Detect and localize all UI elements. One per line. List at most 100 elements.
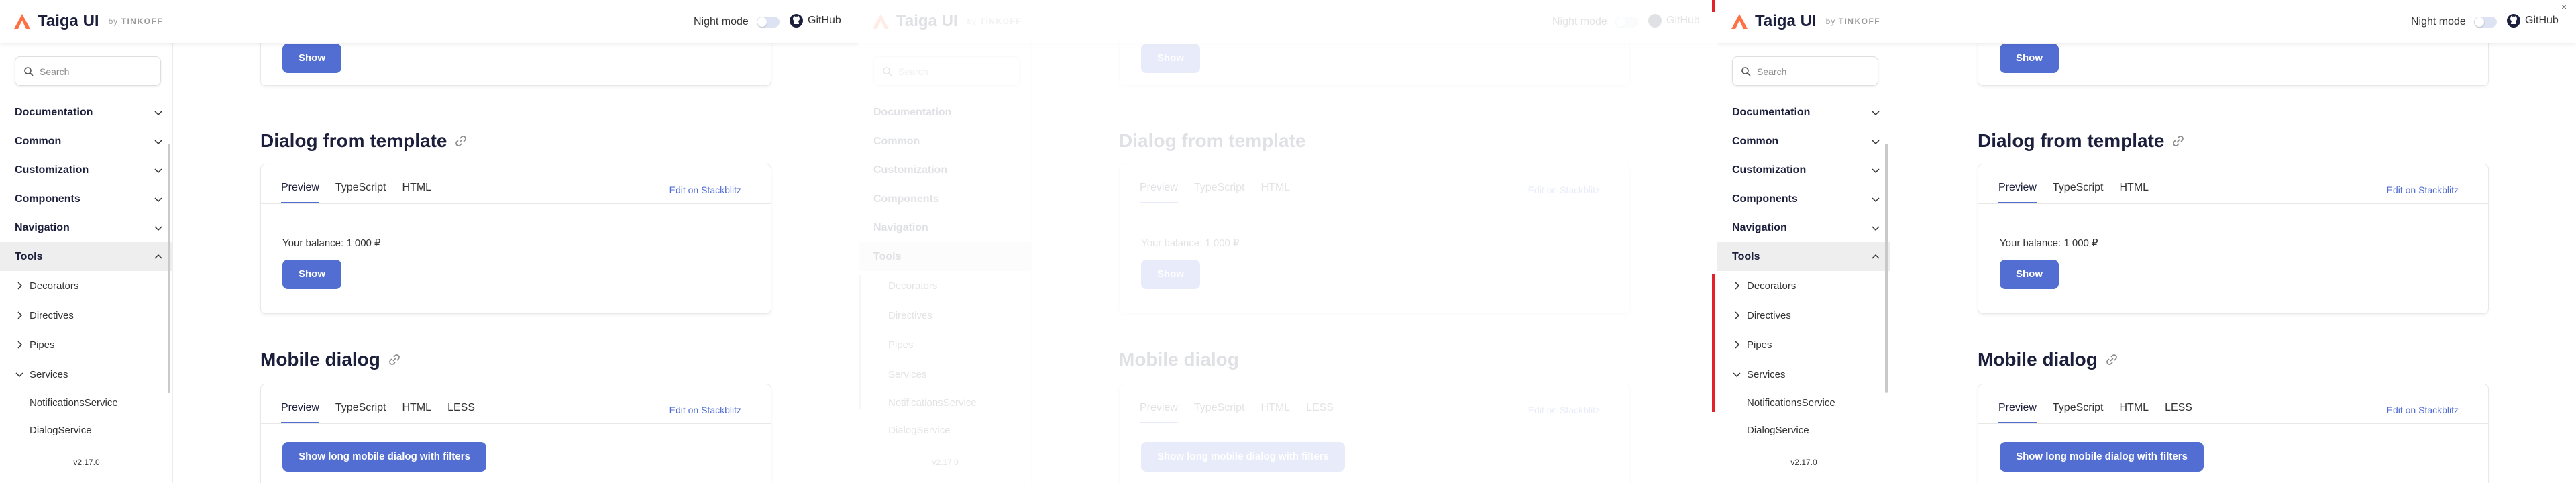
sidebar-subitem-directives[interactable]: Directives: [859, 301, 1032, 330]
show-button[interactable]: Show: [282, 260, 341, 289]
tab-less[interactable]: LESS: [447, 402, 475, 423]
github-label: GitHub: [808, 15, 841, 26]
link-icon[interactable]: [2104, 352, 2119, 367]
tab-preview[interactable]: Preview: [1140, 402, 1178, 423]
sidebar-scrollbar[interactable]: [859, 275, 861, 409]
tab-typescript[interactable]: TypeScript: [335, 182, 386, 203]
tab-preview[interactable]: Preview: [281, 182, 319, 203]
night-mode-toggle[interactable]: [757, 17, 780, 28]
search-input[interactable]: Search: [873, 56, 1020, 86]
tab-preview[interactable]: Preview: [1140, 182, 1178, 203]
sidebar-item-customization[interactable]: Customization: [1717, 156, 1890, 184]
show-button-top[interactable]: Show: [282, 44, 341, 73]
sidebar-subitem-services[interactable]: Services: [859, 360, 1032, 389]
sidebar-item-customization[interactable]: Customization: [859, 156, 1032, 184]
sidebar-subitem-services[interactable]: Services: [1717, 360, 1890, 389]
sidebar-item-common[interactable]: Common: [859, 127, 1032, 156]
tab-typescript[interactable]: TypeScript: [1194, 402, 1245, 423]
tab-typescript[interactable]: TypeScript: [2053, 182, 2104, 203]
sidebar-item-tools[interactable]: Tools: [0, 242, 173, 271]
show-mobile-dialog-button[interactable]: Show long mobile dialog with filters: [2000, 442, 2204, 472]
logo[interactable]: Taiga UI by TINKOFF: [1731, 12, 1880, 31]
sidebar-item-tools[interactable]: Tools: [1717, 242, 1890, 271]
search-input[interactable]: Search: [1732, 56, 1878, 86]
tab-typescript[interactable]: TypeScript: [1194, 182, 1245, 203]
github-link[interactable]: GitHub: [2506, 13, 2559, 28]
tab-html[interactable]: HTML: [402, 402, 432, 423]
link-icon[interactable]: [387, 352, 402, 367]
github-link[interactable]: GitHub: [1648, 13, 1700, 28]
night-mode-toggle[interactable]: [1615, 17, 1638, 28]
sidebar-link-notifications-service[interactable]: NotificationsService: [859, 389, 1032, 417]
sidebar-nav: Documentation Common Customization Compo…: [1717, 98, 1890, 444]
version-label: v2.17.0: [1790, 458, 1817, 467]
tab-preview[interactable]: Preview: [281, 402, 319, 423]
sidebar-item-components[interactable]: Components: [859, 184, 1032, 213]
sidebar-item-navigation[interactable]: Navigation: [0, 213, 173, 242]
sidebar-link-notifications-service[interactable]: NotificationsService: [1717, 389, 1890, 417]
chevron-right-icon: [17, 341, 23, 349]
sidebar-item-common[interactable]: Common: [1717, 127, 1890, 156]
sidebar-link-dialog-service[interactable]: DialogService: [1717, 417, 1890, 444]
tab-html[interactable]: HTML: [1261, 402, 1291, 423]
show-mobile-dialog-button[interactable]: Show long mobile dialog with filters: [1141, 442, 1345, 472]
sidebar-item-tools[interactable]: Tools: [859, 242, 1032, 271]
show-button-top[interactable]: Show: [2000, 44, 2059, 73]
sidebar-item-common[interactable]: Common: [0, 127, 173, 156]
tabs-divider: [1978, 423, 2488, 424]
sidebar-subitem-pipes[interactable]: Pipes: [0, 330, 173, 360]
edit-on-stackblitz-link[interactable]: Edit on Stackblitz: [669, 405, 741, 415]
sidebar-item-navigation[interactable]: Navigation: [1717, 213, 1890, 242]
sidebar-scrollbar[interactable]: [1885, 144, 1888, 393]
link-icon[interactable]: [2171, 133, 2186, 148]
github-link[interactable]: GitHub: [789, 13, 841, 28]
tab-typescript[interactable]: TypeScript: [2053, 402, 2104, 423]
sidebar-link-notifications-service[interactable]: NotificationsService: [0, 389, 173, 417]
tab-html[interactable]: HTML: [2120, 182, 2149, 203]
sidebar-link-dialog-service[interactable]: DialogService: [859, 417, 1032, 444]
sidebar-item-components[interactable]: Components: [0, 184, 173, 213]
search-input[interactable]: Search: [15, 56, 161, 86]
sidebar-subitem-services[interactable]: Services: [0, 360, 173, 389]
tab-typescript[interactable]: TypeScript: [335, 402, 386, 423]
night-mode-toggle[interactable]: [2474, 17, 2497, 28]
sidebar-item-components[interactable]: Components: [1717, 184, 1890, 213]
sidebar-item-documentation[interactable]: Documentation: [0, 98, 173, 127]
sidebar-subitem-decorators[interactable]: Decorators: [1717, 271, 1890, 301]
edit-on-stackblitz-link[interactable]: Edit on Stackblitz: [2387, 184, 2459, 195]
github-label: GitHub: [1666, 15, 1700, 26]
edit-on-stackblitz-link[interactable]: Edit on Stackblitz: [2387, 405, 2459, 415]
sidebar-link-dialog-service[interactable]: DialogService: [0, 417, 173, 444]
logo[interactable]: Taiga UI by TINKOFF: [872, 12, 1022, 31]
sidebar-subitem-directives[interactable]: Directives: [0, 301, 173, 330]
sidebar-subitem-pipes[interactable]: Pipes: [859, 330, 1032, 360]
show-button[interactable]: Show: [2000, 260, 2059, 289]
link-icon[interactable]: [453, 133, 468, 148]
sidebar-subitem-pipes[interactable]: Pipes: [1717, 330, 1890, 360]
edit-on-stackblitz-link[interactable]: Edit on Stackblitz: [1528, 405, 1600, 415]
tab-html[interactable]: HTML: [1261, 182, 1291, 203]
tab-less[interactable]: LESS: [1306, 402, 1334, 423]
show-mobile-dialog-button[interactable]: Show long mobile dialog with filters: [282, 442, 486, 472]
sidebar-item-navigation[interactable]: Navigation: [859, 213, 1032, 242]
edit-on-stackblitz-link[interactable]: Edit on Stackblitz: [669, 184, 741, 195]
sidebar-subitem-directives[interactable]: Directives: [1717, 301, 1890, 330]
sidebar-subitem-decorators[interactable]: Decorators: [0, 271, 173, 301]
section-title-dialog-template: Dialog from template: [260, 130, 468, 152]
show-button[interactable]: Show: [1141, 260, 1200, 289]
sidebar: Search Documentation Common Customizatio…: [1717, 43, 1890, 483]
edit-on-stackblitz-link[interactable]: Edit on Stackblitz: [1528, 184, 1600, 195]
tab-preview[interactable]: Preview: [1998, 182, 2037, 203]
sidebar-item-documentation[interactable]: Documentation: [859, 98, 1032, 127]
tab-html[interactable]: HTML: [2120, 402, 2149, 423]
tab-preview[interactable]: Preview: [1998, 402, 2037, 423]
sidebar-subitem-decorators[interactable]: Decorators: [859, 271, 1032, 301]
sidebar-scrollbar[interactable]: [168, 144, 170, 393]
sidebar-item-documentation[interactable]: Documentation: [1717, 98, 1890, 127]
tab-less[interactable]: LESS: [2165, 402, 2192, 423]
logo[interactable]: Taiga UI by TINKOFF: [13, 12, 163, 31]
close-icon[interactable]: ×: [2561, 1, 2567, 12]
show-button-top[interactable]: Show: [1141, 44, 1200, 73]
sidebar-item-customization[interactable]: Customization: [0, 156, 173, 184]
tab-html[interactable]: HTML: [402, 182, 432, 203]
